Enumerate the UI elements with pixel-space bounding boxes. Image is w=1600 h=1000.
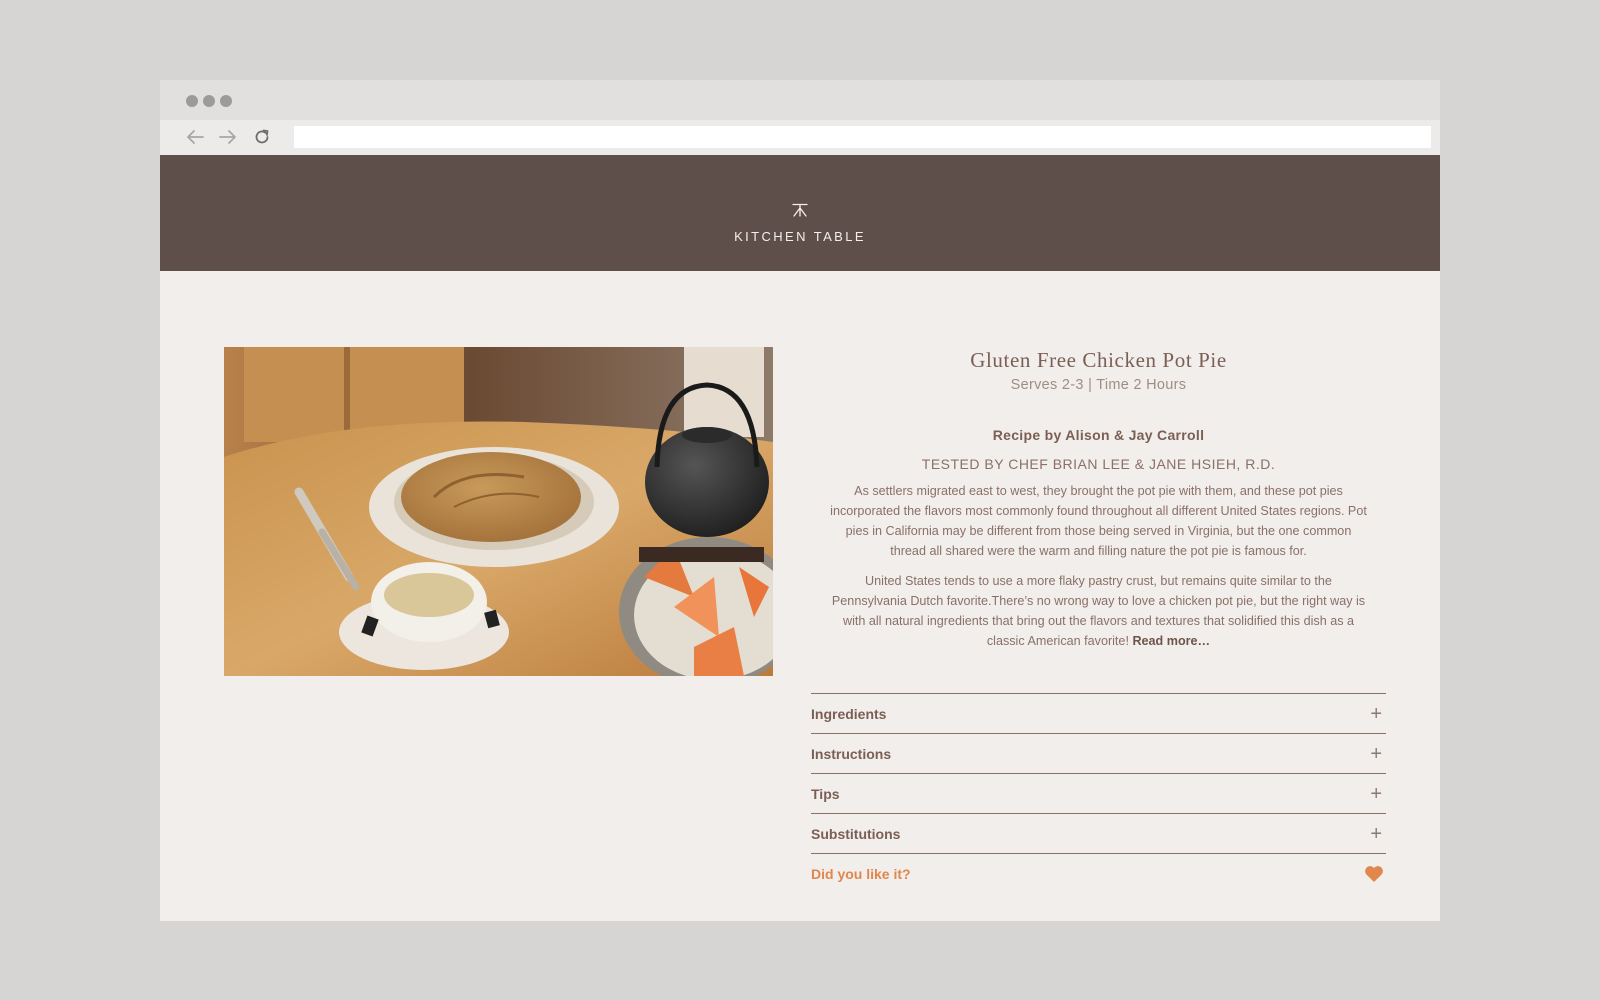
arrow-right-icon [219,130,236,144]
browser-window: KITCHEN TABLE Gluten Free Chicken Pot Pi… [160,80,1440,921]
recipe-meta: Serves 2-3 | Time 2 Hours [1010,377,1187,393]
window-maximize-dot[interactable] [220,95,232,107]
forward-button[interactable] [217,126,239,148]
window-minimize-dot[interactable] [203,95,215,107]
accordion-label: Ingredients [811,705,887,722]
accordion-instructions[interactable]: Instructions + [811,733,1386,773]
window-controls [186,95,232,107]
site-header: KITCHEN TABLE [160,155,1440,271]
plus-icon: + [1370,702,1382,725]
recipe-page: Gluten Free Chicken Pot Pie Serves 2-3 |… [160,271,1440,921]
reload-icon [255,129,269,144]
like-row[interactable]: Did you like it? [811,853,1386,893]
recipe-tested-by: TESTED BY CHEF BRIAN LEE & JANE HSIEH, R… [921,456,1276,472]
window-close-dot[interactable] [186,95,198,107]
recipe-photo [224,347,773,676]
back-button[interactable] [184,126,206,148]
plus-icon: + [1370,742,1382,765]
recipe-title: Gluten Free Chicken Pot Pie [970,348,1227,372]
accordion-substitutions[interactable]: Substitutions + [811,813,1386,853]
like-prompt: Did you like it? [811,865,911,882]
accordion-tips[interactable]: Tips + [811,773,1386,813]
recipe-author: Recipe by Alison & Jay Carroll [992,427,1205,443]
arrow-left-icon [187,130,204,144]
accordion-label: Substitutions [811,825,901,842]
reload-button[interactable] [251,126,273,148]
accordion-label: Tips [811,785,840,802]
accordion-ingredients[interactable]: Ingredients + [811,693,1386,733]
heart-icon[interactable] [1364,865,1384,883]
read-more-link[interactable]: Read more… [1132,634,1210,648]
site-title[interactable]: KITCHEN TABLE [160,229,1440,244]
recipe-description-2-text: United States tends to use a more flaky … [831,574,1366,648]
recipe-description-2: United States tends to use a more flaky … [829,571,1368,651]
plus-icon: + [1370,782,1382,805]
recipe-description-1: As settlers migrated east to west, they … [830,484,1367,558]
recipe-accordion: Ingredients + Instructions + Tips + Subs… [811,693,1386,893]
browser-navbar [160,120,1440,155]
kitchen-table-logo-icon[interactable] [792,203,808,217]
address-bar[interactable] [294,126,1431,148]
recipe-info: Gluten Free Chicken Pot Pie Serves 2-3 |… [811,347,1386,893]
accordion-label: Instructions [811,745,892,762]
browser-titlebar [160,80,1440,120]
plus-icon: + [1370,822,1382,845]
